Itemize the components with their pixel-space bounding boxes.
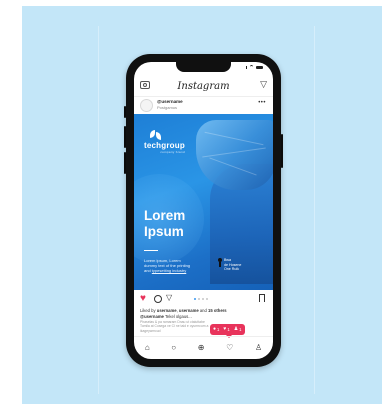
app-header: Instagram ▽: [134, 76, 273, 97]
desc-line-3: and typesetting industry: [144, 268, 212, 273]
more-icon[interactable]: •••: [258, 100, 266, 106]
guide-line: [98, 26, 99, 394]
post-user-info: @username Postgamus: [157, 100, 183, 110]
liked-user-1[interactable]: username: [157, 308, 177, 313]
carousel-indicator: [194, 298, 208, 300]
carousel-dot: [202, 298, 204, 300]
status-bar: [245, 65, 263, 69]
comment-bubble-icon: ●: [213, 326, 217, 332]
notif-comments: ● 1: [213, 326, 220, 333]
post-location[interactable]: Postgamus: [157, 105, 183, 110]
notif-likes-count: 1: [227, 327, 230, 332]
location-pin-icon: [218, 258, 222, 267]
phone-mockup: Instagram ▽ @username Postgamus ••• tech…: [124, 54, 283, 367]
brand-name: techgroup: [144, 141, 185, 150]
phone-power-button: [281, 134, 283, 168]
battery-icon: [256, 65, 263, 69]
brand-tagline: company brand: [160, 150, 185, 154]
caption-more: Phaselas & pa ramaram Dnau ut ctaiuttabe…: [140, 320, 209, 333]
liked-others[interactable]: 15 others: [208, 308, 227, 313]
brand-logo-icon: [150, 130, 166, 140]
post-description: Lorem ipsum, Lorem dummy text of the pri…: [144, 258, 212, 273]
phone-notch: [176, 62, 231, 72]
wifi-icon: [250, 65, 253, 69]
heart-small-icon: ♥: [223, 326, 227, 332]
activity-icon[interactable]: ♡: [226, 344, 233, 352]
post-actions: ♥ ▽: [134, 292, 273, 306]
headline-line-2: Ipsum: [144, 224, 184, 239]
post-caption: @username Tekel olgaus...: [140, 314, 192, 319]
phone-side-button: [124, 152, 126, 174]
post-header: @username Postgamus •••: [134, 97, 273, 113]
send-icon[interactable]: ▽: [260, 80, 267, 89]
user-small-icon: ♟: [233, 326, 239, 332]
desc-line-3-a: and: [144, 268, 152, 273]
bottom-nav: ⌂ ○ ⊕ ♡ ♙: [134, 336, 273, 359]
guide-line: [314, 26, 315, 394]
desc-line-3-b: typesetting industry: [151, 268, 187, 273]
carousel-dot: [198, 298, 200, 300]
camera-icon[interactable]: [140, 81, 150, 89]
contact-block: Bwa de Hosene One Ruik: [218, 258, 241, 272]
home-icon[interactable]: ⌂: [145, 344, 150, 352]
notif-comments-count: 1: [217, 327, 220, 332]
caption-text: Tekel olgaus...: [163, 314, 192, 319]
app-logo: Instagram: [177, 80, 230, 92]
search-icon[interactable]: ○: [171, 344, 176, 352]
phone-screen: Instagram ▽ @username Postgamus ••• tech…: [134, 62, 273, 359]
bookmark-icon[interactable]: [259, 294, 265, 302]
carousel-dot: [194, 298, 196, 300]
post-headline: Lorem Ipsum: [144, 208, 185, 240]
headline-divider: [144, 250, 158, 251]
headline-line-1: Lorem: [144, 208, 186, 223]
notif-follows-count: 1: [239, 327, 242, 332]
contact-line-3: One Ruik: [224, 267, 239, 271]
liked-and: and: [198, 308, 209, 313]
signal-icon: [245, 65, 247, 69]
liked-by-text: Liked by username, username and 15 other…: [140, 308, 227, 313]
notification-bubble[interactable]: ● 1 ♥ 1 ♟ 1: [210, 324, 245, 338]
avatar[interactable]: [140, 98, 153, 112]
post-image[interactable]: techgroup company brand Lorem Ipsum Lore…: [134, 114, 273, 290]
heart-icon[interactable]: ♥: [140, 294, 146, 304]
caption-username[interactable]: @username: [140, 314, 164, 319]
share-icon[interactable]: ▽: [166, 294, 172, 302]
comment-icon[interactable]: [154, 295, 162, 303]
carousel-dot: [206, 298, 208, 300]
profile-icon[interactable]: ♙: [255, 344, 262, 352]
liked-prefix: Liked by: [140, 308, 157, 313]
phone-side-button: [124, 106, 126, 118]
notif-follows: ♟ 1: [233, 326, 242, 333]
brand-block: techgroup company brand: [144, 130, 185, 154]
notif-likes: ♥ 1: [223, 326, 230, 333]
phone-side-button: [124, 126, 126, 148]
liked-user-2[interactable]: username: [179, 308, 199, 313]
add-icon[interactable]: ⊕: [198, 344, 205, 352]
